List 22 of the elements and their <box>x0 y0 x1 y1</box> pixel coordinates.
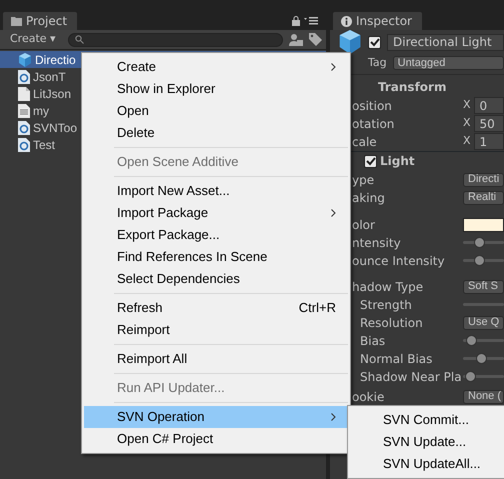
tag-label: Tag <box>368 55 387 71</box>
axis-label: X <box>463 97 471 114</box>
axis-label: X <box>463 133 471 150</box>
field-label: ounce Intensity <box>352 254 445 268</box>
component-title: Light <box>380 153 415 170</box>
field-label: aking <box>352 190 385 204</box>
shortcut-label: Ctrl+R <box>298 299 336 318</box>
field-label: ookie <box>352 390 384 404</box>
field-label: cale <box>352 134 377 148</box>
field-label: Strength <box>360 298 412 312</box>
field-label: hadow Type <box>352 280 424 294</box>
field-label: Normal Bias <box>360 352 432 366</box>
field-label: Bias <box>360 334 386 348</box>
field-label: Shadow Near Pla <box>360 370 462 384</box>
component-title: Transform <box>378 78 446 96</box>
axis-label: X <box>463 115 471 132</box>
field-label: ype <box>352 172 374 186</box>
field-label: Resolution <box>360 316 423 330</box>
field-label: osition <box>352 98 392 112</box>
field-label: otation <box>352 116 394 130</box>
field-label: olor <box>352 218 375 232</box>
field-label: ntensity <box>352 236 401 250</box>
